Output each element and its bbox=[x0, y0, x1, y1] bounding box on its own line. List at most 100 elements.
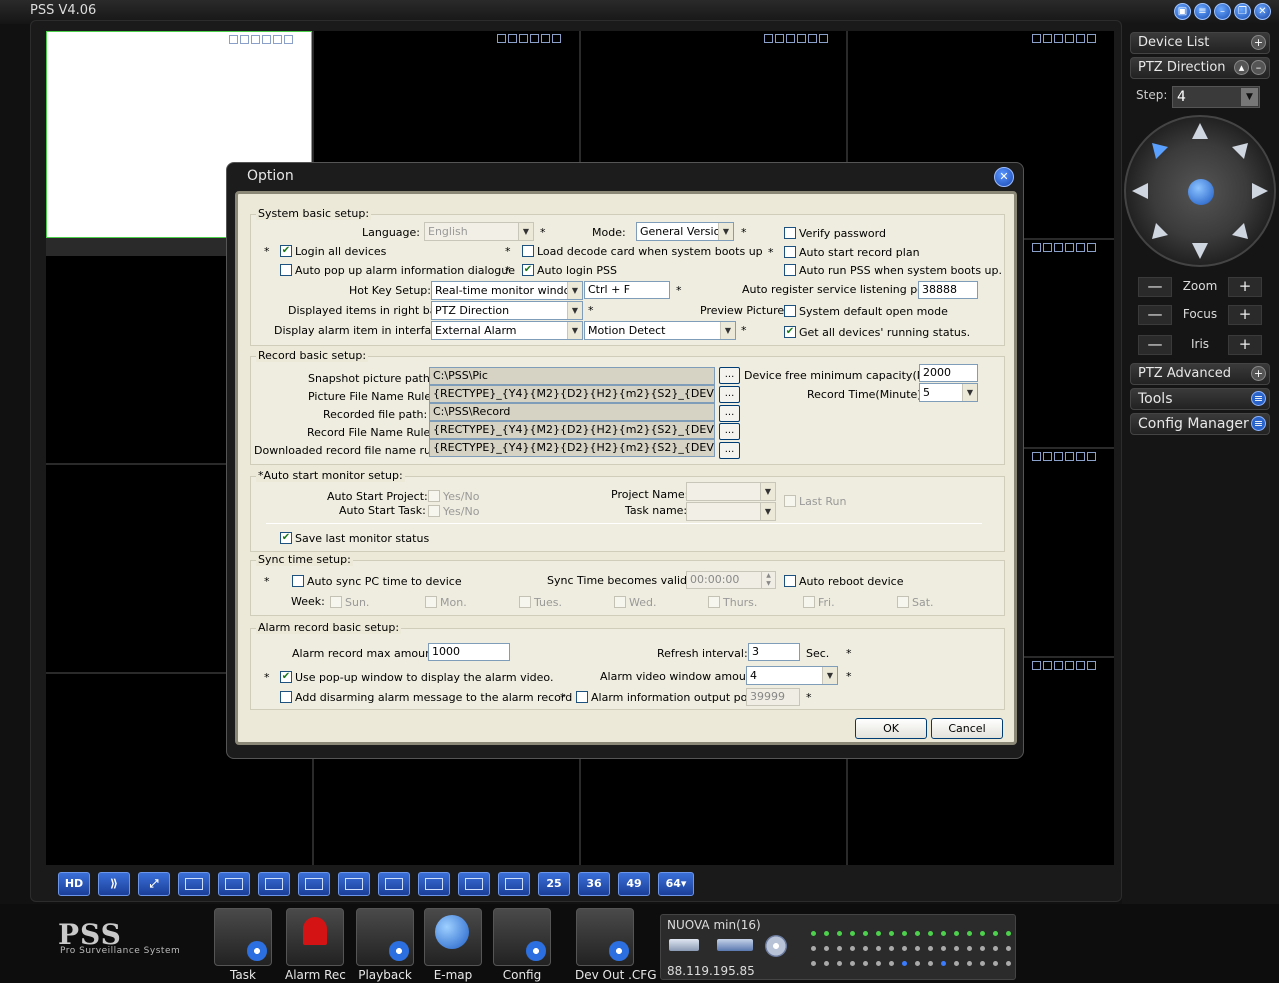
ptz-control-pad[interactable] bbox=[1124, 115, 1276, 267]
ptz-left-icon[interactable] bbox=[1132, 183, 1148, 199]
auto-reboot-checkbox[interactable] bbox=[784, 575, 796, 587]
ptz-right-icon[interactable] bbox=[1252, 183, 1268, 199]
ptz-direction-header[interactable]: PTZ Direction ▴ – bbox=[1130, 57, 1270, 79]
record-time-select[interactable]: 5 ▼ bbox=[919, 383, 978, 402]
list-icon[interactable]: ≡ bbox=[1251, 391, 1266, 406]
auto-task-checkbox[interactable] bbox=[428, 505, 440, 517]
config-manager-header[interactable]: Config Manager ≡ bbox=[1130, 413, 1270, 435]
project-name-select[interactable]: ▼ bbox=[686, 482, 776, 501]
day-sat-checkbox[interactable] bbox=[897, 596, 909, 608]
displayed-items-select[interactable]: PTZ Direction ▼ bbox=[431, 301, 583, 320]
lock-icon[interactable]: ▣ bbox=[1174, 3, 1191, 20]
output-port-field[interactable]: 39999 bbox=[746, 688, 800, 706]
ok-button[interactable]: OK bbox=[855, 718, 927, 739]
video-amount-select[interactable]: 4 ▼ bbox=[746, 666, 838, 685]
zoom-in-button[interactable]: + bbox=[1228, 277, 1262, 297]
day-tues-checkbox[interactable] bbox=[519, 596, 531, 608]
record-rule-field[interactable]: {RECTYPE}_{Y4}{M2}{D2}{H2}{m2}{S2}_{DEVI… bbox=[429, 421, 715, 439]
task-button[interactable]: Task bbox=[213, 908, 273, 983]
valid-at-field[interactable]: 00:00:00 ▲ ▼ bbox=[686, 571, 776, 589]
system-default-open-checkbox[interactable] bbox=[784, 305, 796, 317]
fullscreen-icon[interactable]: ⤢ bbox=[138, 872, 170, 896]
snapshot-browse-button[interactable]: ... bbox=[719, 367, 740, 384]
ptz-advanced-header[interactable]: PTZ Advanced + bbox=[1130, 363, 1270, 385]
max-amount-field[interactable]: 1000 bbox=[428, 643, 510, 661]
refresh-field[interactable]: 3 bbox=[748, 643, 800, 661]
hd-button[interactable]: HD bbox=[58, 872, 90, 896]
alarm-rec-button[interactable]: Alarm Rec bbox=[285, 908, 346, 983]
use-popup-checkbox[interactable]: ✔ bbox=[280, 671, 292, 683]
close-icon[interactable]: ✕ bbox=[1254, 3, 1271, 20]
list-icon[interactable]: ≡ bbox=[1194, 3, 1211, 20]
minimize-icon[interactable]: – bbox=[1214, 3, 1231, 20]
layout-22-button[interactable] bbox=[498, 872, 530, 896]
layout-49-button[interactable]: 49 bbox=[618, 872, 650, 896]
iris-plus-button[interactable]: + bbox=[1228, 335, 1262, 355]
ptz-up-icon[interactable] bbox=[1192, 123, 1208, 139]
day-wed-checkbox[interactable] bbox=[614, 596, 626, 608]
ptz-center-button[interactable] bbox=[1188, 179, 1214, 205]
tools-header[interactable]: Tools ≡ bbox=[1130, 388, 1270, 410]
layout-20-button[interactable] bbox=[458, 872, 490, 896]
auto-register-port-field[interactable]: 38888 bbox=[918, 281, 978, 299]
close-icon[interactable]: ✕ bbox=[994, 167, 1014, 187]
focus-minus-button[interactable]: — bbox=[1138, 305, 1172, 325]
iris-minus-button[interactable]: — bbox=[1138, 335, 1172, 355]
expand-icon[interactable]: + bbox=[1251, 35, 1266, 50]
free-capacity-field[interactable]: 2000 bbox=[919, 364, 978, 382]
day-thurs-checkbox[interactable] bbox=[708, 596, 720, 608]
day-mon-checkbox[interactable] bbox=[425, 596, 437, 608]
language-select[interactable]: English ▼ bbox=[424, 222, 534, 241]
focus-plus-button[interactable]: + bbox=[1228, 305, 1262, 325]
list-icon[interactable]: ≡ bbox=[1251, 416, 1266, 431]
layout-8-button[interactable] bbox=[298, 872, 330, 896]
mode-select[interactable]: General Version ▼ bbox=[636, 222, 734, 241]
ptz-down-left-icon[interactable] bbox=[1152, 223, 1168, 239]
record-rule-browse-button[interactable]: ... bbox=[719, 423, 740, 440]
layout-1-button[interactable] bbox=[178, 872, 210, 896]
zoom-out-button[interactable]: — bbox=[1138, 277, 1172, 297]
login-all-checkbox[interactable]: ✔ bbox=[280, 245, 292, 257]
last-run-checkbox[interactable] bbox=[784, 495, 796, 507]
layout-36-button[interactable]: 36 bbox=[578, 872, 610, 896]
recorded-path-browse-button[interactable]: ... bbox=[719, 405, 740, 422]
config-button[interactable]: Config bbox=[492, 908, 552, 983]
ptz-down-right-icon[interactable] bbox=[1232, 223, 1248, 239]
hotkey-field[interactable]: Ctrl + F bbox=[584, 281, 670, 299]
picture-rule-field[interactable]: {RECTYPE}_{Y4}{M2}{D2}{H2}{m2}{S2}_{DEVI… bbox=[429, 385, 715, 403]
layout-6-button[interactable] bbox=[258, 872, 290, 896]
ptz-down-icon[interactable] bbox=[1192, 243, 1208, 259]
spinner-icon[interactable]: ▲ ▼ bbox=[761, 572, 775, 588]
downloaded-rule-field[interactable]: {RECTYPE}_{Y4}{M2}{D2}{H2}{m2}{S2}_{DEVI… bbox=[429, 439, 715, 457]
layout-9-button[interactable] bbox=[338, 872, 370, 896]
layout-25-button[interactable]: 25 bbox=[538, 872, 570, 896]
picture-rule-browse-button[interactable]: ... bbox=[719, 386, 740, 403]
sequence-icon[interactable]: ⟫ bbox=[98, 872, 130, 896]
auto-run-checkbox[interactable] bbox=[784, 264, 796, 276]
snapshot-path-field[interactable]: C:\PSS\Pic bbox=[429, 367, 715, 385]
emap-button[interactable]: E-map bbox=[423, 908, 483, 983]
task-name-select[interactable]: ▼ bbox=[686, 502, 776, 521]
auto-project-checkbox[interactable] bbox=[428, 490, 440, 502]
auto-start-record-checkbox[interactable] bbox=[784, 246, 796, 258]
dev-out-cfg-button[interactable]: Dev Out .CFG bbox=[575, 908, 657, 983]
device-list-header[interactable]: Device List + bbox=[1130, 32, 1270, 54]
layout-4-button[interactable] bbox=[218, 872, 250, 896]
recorded-path-field[interactable]: C:\PSS\Record bbox=[429, 403, 715, 421]
display-alarm-select[interactable]: External Alarm ▼ bbox=[431, 321, 583, 340]
auto-popup-checkbox[interactable] bbox=[280, 264, 292, 276]
auto-login-checkbox[interactable]: ✔ bbox=[522, 264, 534, 276]
day-fri-checkbox[interactable] bbox=[803, 596, 815, 608]
add-disarming-checkbox[interactable] bbox=[280, 691, 292, 703]
day-sun-checkbox[interactable] bbox=[330, 596, 342, 608]
playback-button[interactable]: Playback bbox=[355, 908, 415, 983]
layout-13-button[interactable] bbox=[378, 872, 410, 896]
verify-password-checkbox[interactable] bbox=[784, 227, 796, 239]
collapse-icon[interactable]: – bbox=[1251, 60, 1266, 75]
get-all-status-checkbox[interactable]: ✔ bbox=[784, 326, 796, 338]
expand-icon[interactable]: + bbox=[1251, 366, 1266, 381]
downloaded-rule-browse-button[interactable]: ... bbox=[719, 442, 740, 459]
cancel-button[interactable]: Cancel bbox=[931, 718, 1003, 739]
hotkey-select[interactable]: Real-time monitor window in ▼ bbox=[431, 281, 583, 300]
layout-16-button[interactable] bbox=[418, 872, 450, 896]
